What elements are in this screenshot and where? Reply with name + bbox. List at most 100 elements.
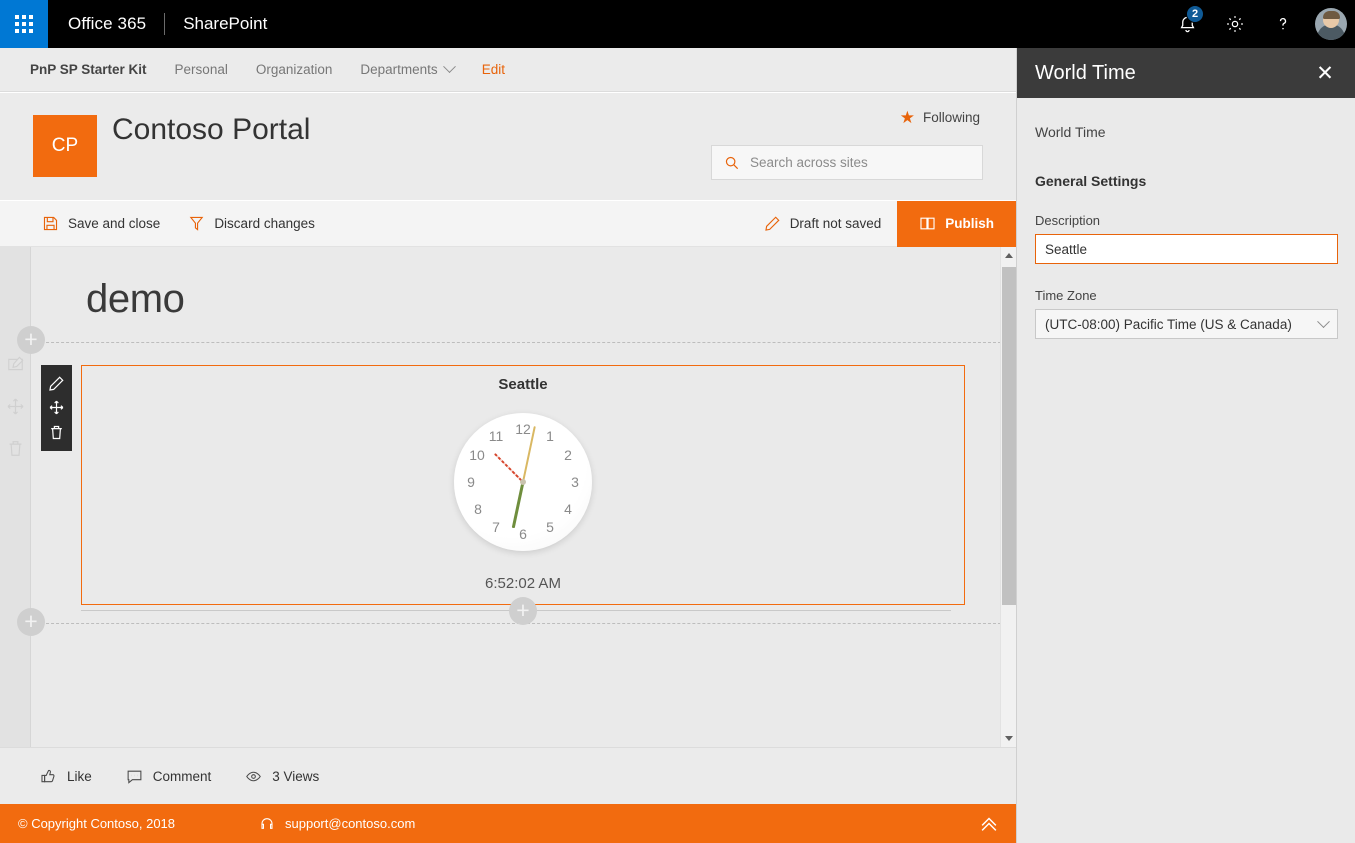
clock-number: 6: [519, 526, 527, 542]
property-pane-title: World Time: [1035, 61, 1136, 84]
suite-brand[interactable]: Office 365: [48, 14, 164, 34]
analog-clock: 12 1 2 3 4 5 6 7 8 9 10 11: [454, 413, 592, 551]
webpart-name-label: World Time: [1035, 124, 1106, 140]
save-and-close-button[interactable]: Save and close: [28, 201, 174, 247]
app-launcher-icon[interactable]: [0, 0, 48, 48]
nav-label: Edit: [481, 62, 505, 77]
section-divider-top: [31, 342, 1001, 343]
command-bar-right: Draft not saved Publish: [748, 200, 1016, 247]
webpart-toolbar: [41, 365, 72, 451]
canvas-scrollbar[interactable]: [1000, 247, 1016, 747]
scrollbar-thumb[interactable]: [1002, 267, 1016, 605]
nav-item-starter-kit[interactable]: PnP SP Starter Kit: [30, 62, 147, 77]
description-value: Seattle: [1045, 241, 1088, 257]
views-label: 3 Views: [272, 768, 320, 784]
description-label: Description: [1035, 213, 1101, 228]
site-logo[interactable]: CP: [33, 115, 97, 177]
world-time-webpart[interactable]: Seattle 12 1 2 3 4 5 6 7 8 9 10 11 6:52:…: [81, 365, 965, 605]
nav-item-personal[interactable]: Personal: [175, 62, 228, 77]
clock-number: 2: [564, 447, 572, 463]
copyright-text: © Copyright Contoso, 2018: [18, 816, 176, 831]
delete-trash-icon[interactable]: [47, 423, 67, 443]
nav-item-organization[interactable]: Organization: [256, 62, 333, 77]
save-icon: [42, 215, 59, 232]
gear-icon[interactable]: [1211, 0, 1259, 48]
save-label: Save and close: [68, 216, 161, 231]
edit-pencil-icon: [6, 355, 25, 374]
edit-command-bar: Save and close Discard changes Draft not…: [0, 200, 1016, 247]
add-webpart-button[interactable]: +: [509, 597, 537, 625]
suite-actions: 2: [1163, 0, 1355, 48]
support-link[interactable]: support@contoso.com: [259, 816, 415, 832]
page-title: Contoso Portal: [112, 113, 311, 146]
avatar[interactable]: [1307, 0, 1355, 48]
page-canvas: demo Seattle 12 1 2 3 4 5 6 7 8 9 10 11 …: [31, 247, 1001, 747]
nav-item-edit[interactable]: Edit: [482, 62, 505, 77]
notifications-bell-icon[interactable]: 2: [1163, 0, 1211, 48]
following-button[interactable]: ★ Following: [900, 109, 980, 126]
nav-label: Departments: [360, 62, 438, 77]
clock-second-hand: [512, 481, 525, 529]
move-icon[interactable]: [47, 398, 67, 418]
site-navigation: PnP SP Starter Kit Personal Organization…: [0, 48, 1016, 92]
site-footer: © Copyright Contoso, 2018 support@contos…: [0, 804, 1016, 843]
discard-changes-button[interactable]: Discard changes: [174, 201, 329, 247]
property-pane-header: World Time ✕: [1017, 48, 1355, 98]
search-input[interactable]: Search across sites: [711, 145, 983, 180]
comment-label: Comment: [152, 768, 212, 784]
chevron-down-icon: [1317, 314, 1330, 329]
like-button[interactable]: Like: [40, 768, 92, 785]
suite-bar: Office 365 SharePoint 2: [0, 0, 1355, 48]
clock-number: 4: [564, 501, 572, 517]
add-section-button-top[interactable]: +: [17, 326, 45, 354]
edit-pencil-icon[interactable]: [47, 373, 67, 393]
suite-app-name[interactable]: SharePoint: [165, 14, 285, 34]
move-icon: [6, 397, 25, 416]
thumbs-up-icon: [40, 768, 57, 785]
publish-button[interactable]: Publish: [897, 200, 1016, 247]
search-placeholder: Search across sites: [750, 155, 868, 170]
gutter-ghost-tools: [6, 355, 25, 458]
scroll-up-icon[interactable]: [1001, 247, 1017, 264]
page-heading[interactable]: demo: [86, 277, 185, 322]
discard-icon: [188, 215, 205, 232]
nav-label: Personal: [174, 62, 228, 77]
draft-status[interactable]: Draft not saved: [748, 215, 898, 232]
general-settings-heading: General Settings: [1035, 173, 1147, 189]
discard-label: Discard changes: [214, 216, 315, 231]
webpart-city-label: Seattle: [498, 376, 548, 393]
comment-button[interactable]: Comment: [126, 768, 212, 785]
comment-icon: [126, 768, 143, 785]
clock-number: 8: [474, 501, 482, 517]
close-icon[interactable]: ✕: [1309, 57, 1341, 89]
like-label: Like: [67, 768, 92, 784]
chevron-down-icon: [442, 60, 456, 74]
clock-center-pin: [520, 479, 526, 485]
nav-label: Organization: [255, 62, 333, 77]
headset-icon: [259, 816, 275, 832]
scroll-down-icon[interactable]: [1001, 730, 1017, 747]
timezone-dropdown[interactable]: (UTC-08:00) Pacific Time (US & Canada): [1035, 309, 1338, 339]
nav-item-departments[interactable]: Departments: [360, 60, 456, 77]
clock-number: 11: [488, 428, 504, 444]
timezone-label: Time Zone: [1035, 288, 1097, 303]
clock-number: 10: [469, 447, 485, 463]
description-field[interactable]: Seattle: [1035, 234, 1338, 264]
webpart-time-label: 6:52:02 AM: [485, 575, 561, 592]
pencil-icon: [764, 215, 781, 232]
clock-number: 9: [467, 474, 475, 490]
help-icon[interactable]: [1259, 0, 1307, 48]
clock-number: 3: [571, 474, 579, 490]
property-pane-body: World Time General Settings Description …: [1017, 98, 1355, 339]
following-label: Following: [922, 110, 980, 125]
notification-badge: 2: [1186, 5, 1204, 23]
property-pane: World Time ✕ World Time General Settings…: [1016, 48, 1355, 843]
scroll-to-top-button[interactable]: [978, 813, 1000, 835]
clock-number: 12: [515, 421, 531, 437]
canvas-gutter: [0, 247, 31, 747]
views-counter[interactable]: 3 Views: [245, 768, 319, 785]
clock-hour-hand: [494, 453, 524, 483]
nav-label: PnP SP Starter Kit: [30, 62, 147, 77]
clock-number: 1: [546, 428, 554, 444]
add-section-button-bottom[interactable]: +: [17, 608, 45, 636]
